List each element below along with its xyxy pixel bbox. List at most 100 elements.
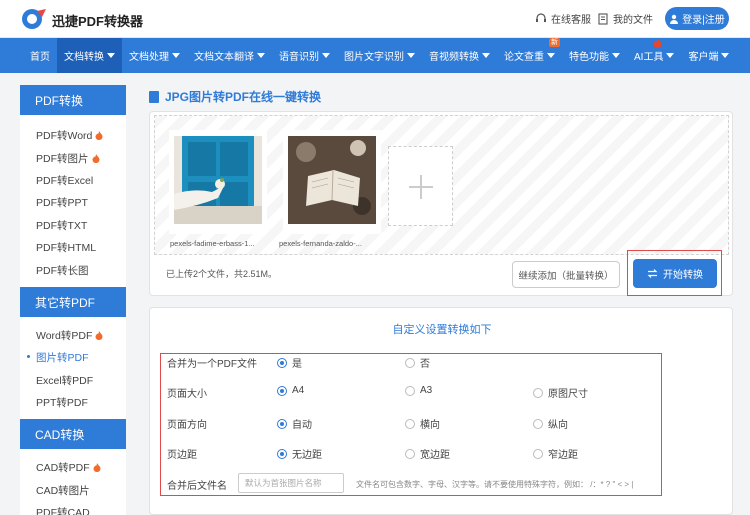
- login-register-button[interactable]: 登录|注册: [665, 7, 729, 30]
- option-label: 否: [420, 359, 430, 370]
- fire-icon: [93, 463, 101, 472]
- caret-down-icon: [666, 53, 675, 58]
- sidebar-item-label: PDF转PPT: [36, 197, 88, 209]
- sidebar-item-label: PPT转PDF: [36, 397, 88, 409]
- sidebar-item-excel-to-pdf[interactable]: Excel转PDF: [36, 373, 93, 388]
- sidebar-item-cad-to-pdf[interactable]: CAD转PDF: [36, 460, 101, 475]
- nav-item-features[interactable]: 特色功能: [562, 38, 627, 73]
- orientation-portrait-radio[interactable]: 纵向: [533, 416, 568, 431]
- sidebar-item-pdf-to-txt[interactable]: PDF转TXT: [36, 218, 87, 233]
- sidebar-item-pdf-to-word[interactable]: PDF转Word: [36, 128, 103, 143]
- sidebar-item-label: Excel转PDF: [36, 375, 94, 387]
- new-badge: 新: [549, 38, 560, 47]
- sidebar-item-pdf-to-image[interactable]: PDF转图片: [36, 151, 100, 166]
- sidebar-item-cad-to-image[interactable]: CAD转图片: [36, 483, 90, 498]
- nav-label: AI工具: [634, 52, 664, 63]
- option-label: 无边距: [292, 450, 322, 461]
- radio-icon: [405, 385, 415, 396]
- sidebar-item-pdf-to-html[interactable]: PDF转HTML: [36, 240, 96, 255]
- nav-item-doc-convert[interactable]: 文档转换: [57, 38, 122, 73]
- margin-narrow-radio[interactable]: 窄边距: [533, 446, 578, 461]
- sidebar-item-pdf-to-cad[interactable]: PDF转CAD: [36, 505, 90, 515]
- nav-item-av-convert[interactable]: 音视频转换: [422, 38, 497, 73]
- caret-down-icon: [257, 53, 265, 58]
- radio-checked-icon: [277, 418, 287, 429]
- page-title: JPG图片转PDF在线一键转换: [165, 90, 322, 104]
- nav-item-client[interactable]: 客户端: [681, 38, 736, 73]
- file-thumbnail[interactable]: pexels-fadime-erbass-1...: [169, 130, 267, 248]
- caret-down-icon: [172, 53, 180, 58]
- sidebar-item-label: 图片转PDF: [36, 352, 89, 364]
- nav-item-doc-process[interactable]: 文档处理: [122, 38, 187, 73]
- settings-card: 自定义设置转换如下 合并为一个PDF文件 是 否 页面大小 A4 A3 原图尺寸…: [149, 307, 733, 515]
- merged-filename-label: 合并后文件名: [167, 481, 227, 492]
- margin-wide-radio[interactable]: 宽边距: [405, 446, 450, 461]
- swap-icon: [647, 269, 658, 278]
- radio-icon: [533, 418, 543, 429]
- nav-item-home[interactable]: 首页: [23, 38, 57, 73]
- merge-yes-radio[interactable]: 是: [277, 355, 302, 370]
- nav-label: 音视频转换: [429, 52, 479, 63]
- nav-item-ocr[interactable]: 图片文字识别: [337, 38, 422, 73]
- option-label: A4: [292, 385, 305, 396]
- radio-icon: [405, 418, 415, 429]
- radio-checked-icon: [277, 357, 287, 368]
- orientation-auto-radio[interactable]: 自动: [277, 416, 312, 431]
- sidebar-section-cad-convert[interactable]: CAD转换: [20, 419, 126, 449]
- nav-label: 文档处理: [129, 52, 169, 63]
- nav-label: 文档转换: [64, 52, 104, 63]
- margin-none-radio[interactable]: 无边距: [277, 446, 322, 461]
- page-title-row: JPG图片转PDF在线一键转换: [149, 88, 321, 105]
- radio-icon: [533, 387, 543, 398]
- page-size-original-radio[interactable]: 原图尺寸: [533, 385, 588, 400]
- merged-filename-input[interactable]: [238, 473, 344, 493]
- sidebar-item-ppt-to-pdf[interactable]: PPT转PDF: [36, 395, 88, 410]
- fire-icon: [95, 131, 103, 140]
- login-register-label: 登录|注册: [682, 15, 725, 26]
- start-convert-button[interactable]: 开始转换: [633, 259, 717, 288]
- logo-text[interactable]: 迅捷PDF转换器: [52, 11, 143, 30]
- caret-down-icon: [407, 53, 415, 58]
- orientation-landscape-radio[interactable]: 横向: [405, 416, 440, 431]
- merge-pdf-label: 合并为一个PDF文件: [167, 359, 257, 370]
- nav-item-ai-tools[interactable]: AI工具: [627, 38, 681, 73]
- nav-label: 首页: [30, 52, 50, 63]
- caret-down-icon: [547, 53, 555, 58]
- continue-add-button[interactable]: 继续添加（批量转换）: [512, 261, 620, 288]
- radio-checked-icon: [277, 448, 287, 459]
- sidebar-item-label: Word转PDF: [36, 330, 93, 342]
- option-label: 宽边距: [420, 450, 450, 461]
- option-label: 横向: [420, 420, 440, 431]
- sidebar-item-pdf-to-ppt[interactable]: PDF转PPT: [36, 195, 88, 210]
- plus-icon-vertical: [420, 175, 422, 199]
- sidebar-item-label: PDF转Excel: [36, 175, 94, 187]
- page-size-a3-radio[interactable]: A3: [405, 385, 432, 396]
- add-file-button[interactable]: [388, 146, 453, 226]
- logo-icon[interactable]: [20, 7, 48, 31]
- sidebar-item-word-to-pdf[interactable]: Word转PDF: [36, 328, 103, 343]
- sidebar-item-pdf-to-excel[interactable]: PDF转Excel: [36, 173, 93, 188]
- nav-item-plagiarism[interactable]: 论文查重新: [497, 38, 562, 73]
- sidebar-section-other-to-pdf[interactable]: 其它转PDF: [20, 287, 126, 317]
- file-thumbnail[interactable]: pexels-fernanda-zaldo-...: [279, 130, 381, 248]
- sidebar-item-image-to-pdf[interactable]: 图片转PDF: [27, 350, 89, 365]
- sidebar-item-label: PDF转TXT: [36, 220, 88, 232]
- nav-item-speech[interactable]: 语音识别: [272, 38, 337, 73]
- image-thumbnail-door: [174, 136, 262, 224]
- merge-no-radio[interactable]: 否: [405, 355, 430, 370]
- nav-item-translate[interactable]: 文档文本翻译: [187, 38, 272, 73]
- fire-icon: [95, 331, 103, 340]
- fire-icon: [653, 38, 662, 48]
- margin-label: 页边距: [167, 450, 197, 461]
- page-size-a4-radio[interactable]: A4: [277, 385, 304, 396]
- customer-service-link[interactable]: 在线客服: [535, 11, 591, 26]
- option-label: 窄边距: [548, 450, 578, 461]
- document-icon: [149, 90, 159, 103]
- customer-service-label: 在线客服: [551, 15, 591, 26]
- drop-zone[interactable]: pexels-fadime-erbass-1... pexels-fernand…: [154, 115, 729, 255]
- my-files-link[interactable]: 我的文件: [597, 11, 653, 26]
- sidebar-item-pdf-to-long-image[interactable]: PDF转长图: [36, 263, 89, 278]
- sidebar-item-label: CAD转图片: [36, 485, 90, 497]
- active-dot-icon: [27, 355, 30, 358]
- sidebar-section-pdf-convert[interactable]: PDF转换: [20, 85, 126, 115]
